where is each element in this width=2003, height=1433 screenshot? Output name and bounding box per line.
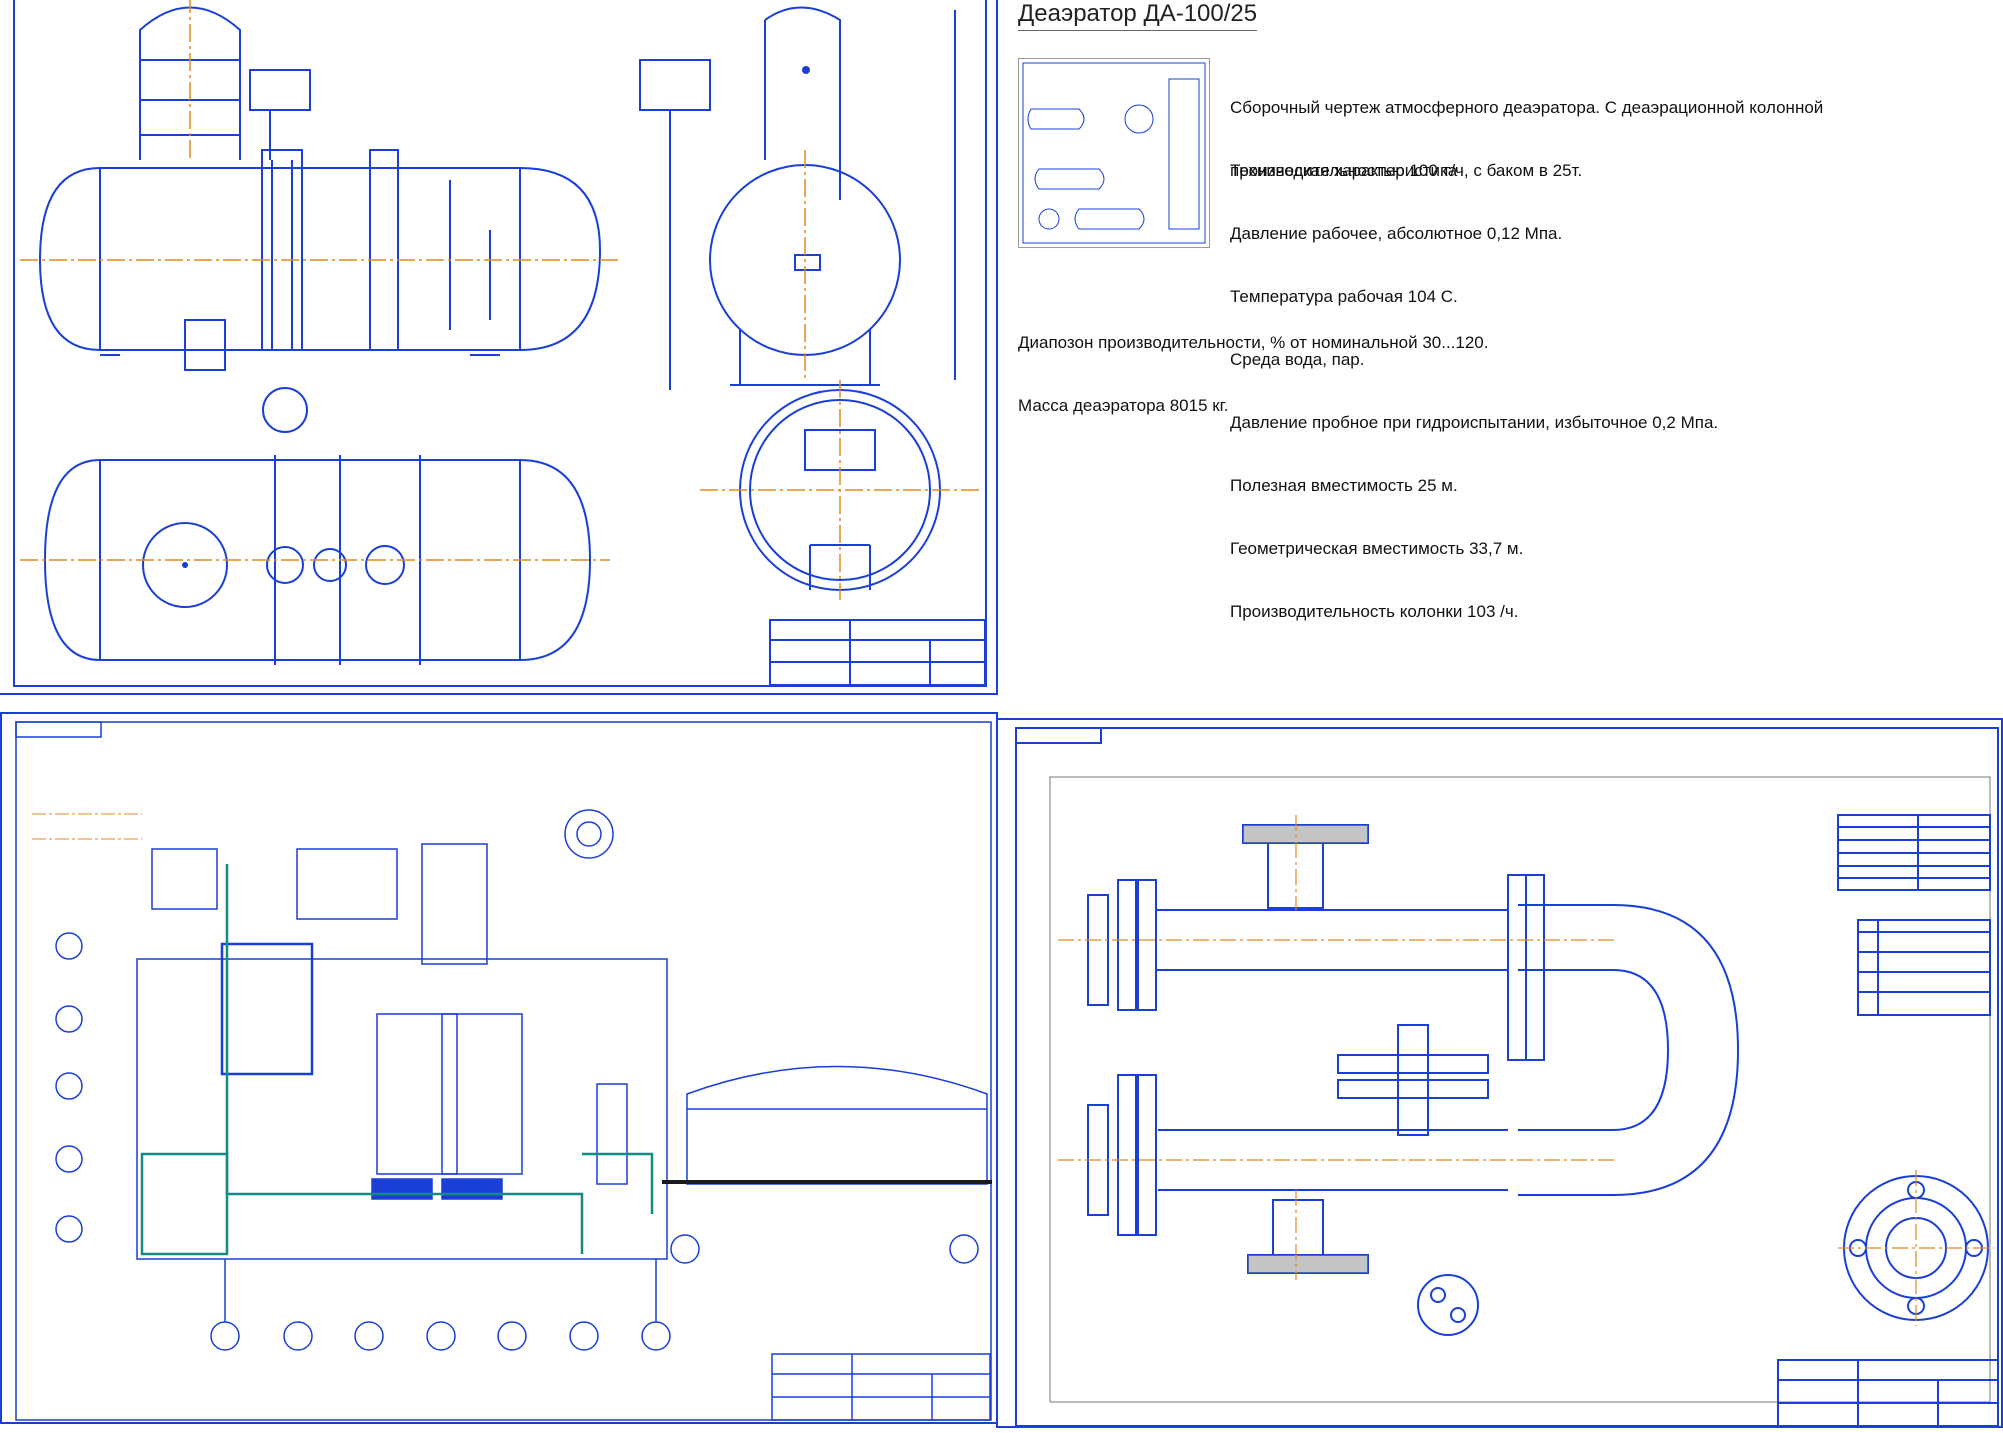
heat-exchanger-drawing: [1015, 727, 1999, 1427]
specs-heading: Техническая характеристика: [1230, 161, 1458, 180]
description-line: Сборочный чертеж атмосферного деаэратора…: [1230, 98, 1824, 117]
spec-line: Полезная вместимость 25 м.: [1230, 476, 1458, 495]
spec-line: Масса деаэратора 8015 кг.: [1018, 396, 1229, 415]
drawing-sheet-deaerator-assembly[interactable]: [0, 0, 998, 695]
info-panel: Деаэратор ДА-100/25 Сборочный чертеж атм…: [1018, 0, 2003, 621]
thumbnail-image: [1022, 62, 1206, 244]
spec-line: Геометрическая вместимость 33,7 м.: [1230, 539, 1524, 558]
spec-line: Давление рабочее, абсолютное 0,12 Мпа.: [1230, 224, 1563, 243]
deaerator-assembly-drawing: [13, 0, 987, 687]
spec-line: Производительность колонки 103 /ч.: [1230, 602, 1519, 621]
extra-specs: Диапозон производительности, % от номина…: [1018, 290, 1488, 458]
drawing-sheet-plant-layout[interactable]: [0, 712, 998, 1424]
spec-line: Диапозон производительности, % от номина…: [1018, 333, 1489, 352]
drawing-thumbnail[interactable]: [1018, 58, 1210, 248]
drawing-sheet-heat-exchanger[interactable]: [996, 718, 2003, 1428]
plant-layout-drawing: [15, 721, 992, 1421]
page-title: Деаэратор ДА-100/25: [1018, 0, 1258, 31]
